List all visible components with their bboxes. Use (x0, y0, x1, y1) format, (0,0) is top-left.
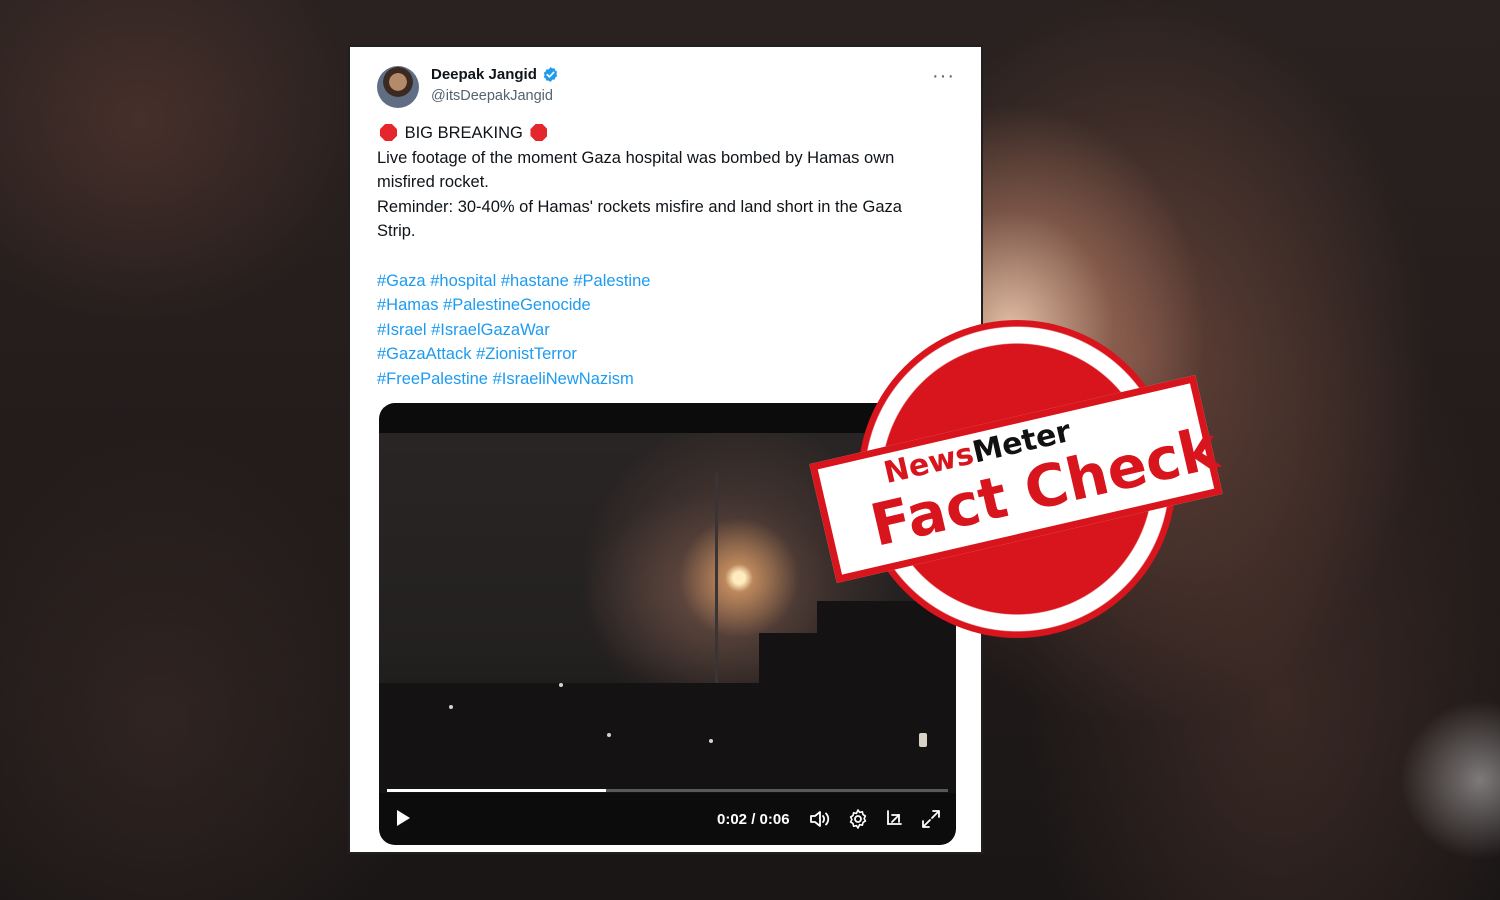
verified-badge-icon (543, 67, 558, 82)
window-light (709, 739, 713, 743)
video-progress-fill (387, 789, 606, 792)
hashtag-link[interactable]: #Hamas (377, 296, 438, 314)
author-name[interactable]: Deepak Jangid (431, 66, 559, 83)
hashtag-link[interactable]: #ZionistTerror (476, 345, 577, 363)
tweet-text: BIG BREAKING Live footage of the moment … (377, 121, 962, 392)
video-time: 0:02 / 0:06 (717, 811, 790, 828)
hashtag-link[interactable]: #Israel (377, 321, 427, 339)
hashtag-link[interactable]: #FreePalestine (377, 370, 488, 388)
hashtag-link[interactable]: #hospital (430, 272, 496, 290)
hashtag-link[interactable]: #GazaAttack (377, 345, 471, 363)
headline-line: BIG BREAKING (377, 121, 962, 146)
hashtag-line: #Israel #IsraelGazaWar (377, 318, 962, 343)
volume-icon[interactable] (809, 809, 831, 829)
fullscreen-icon[interactable] (920, 808, 942, 830)
text-line: Strip. (377, 222, 416, 241)
hashtag-link[interactable]: #IsraeliNewNazism (493, 370, 634, 388)
hashtag-line: #FreePalestine #IsraeliNewNazism (377, 367, 962, 392)
hashtag-link[interactable]: #Palestine (573, 272, 650, 290)
avatar[interactable] (377, 66, 419, 108)
hashtag-line: #GazaAttack #ZionistTerror (377, 342, 962, 367)
building-silhouette (379, 683, 956, 793)
window-light (449, 705, 453, 709)
stop-sign-emoji-icon (380, 124, 397, 141)
headline: BIG BREAKING (404, 124, 523, 142)
picture-in-picture-icon[interactable] (884, 808, 906, 830)
window-light (919, 733, 927, 747)
pole-silhouette (715, 473, 718, 693)
window-light (607, 733, 611, 737)
author-handle[interactable]: @itsDeepakJangid (431, 88, 553, 104)
more-options-icon[interactable]: ··· (932, 65, 955, 88)
hashtag-link[interactable]: #IsraelGazaWar (431, 321, 550, 339)
hashtag-line: #Hamas #PalestineGenocide (377, 293, 962, 318)
text-line: Live footage of the moment Gaza hospital… (377, 148, 895, 167)
play-icon[interactable] (393, 808, 413, 828)
settings-gear-icon[interactable] (847, 808, 869, 830)
hashtag-link[interactable]: #Gaza (377, 272, 426, 290)
text-line: misfired rocket. (377, 173, 489, 192)
author-name-text[interactable]: Deepak Jangid (431, 66, 537, 83)
video-progress-bar[interactable] (387, 789, 948, 792)
hashtag-link[interactable]: #hastane (501, 272, 569, 290)
stop-sign-emoji-icon (530, 124, 548, 141)
hashtag-link[interactable]: #PalestineGenocide (443, 296, 591, 314)
window-light (559, 683, 563, 687)
text-line: Reminder: 30-40% of Hamas' rockets misfi… (377, 197, 902, 216)
hashtag-line: #Gaza #hospital #hastane #Palestine (377, 269, 962, 294)
